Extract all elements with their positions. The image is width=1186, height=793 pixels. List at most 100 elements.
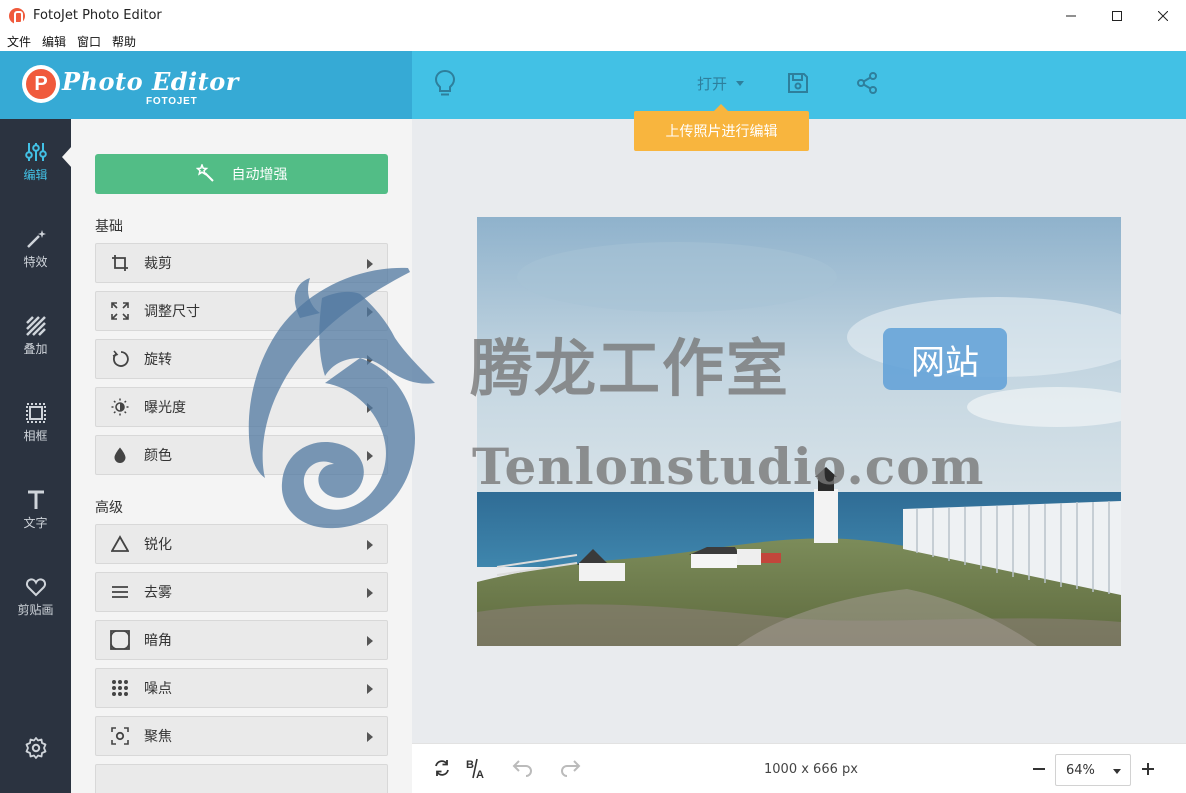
- chevron-down-icon: [1113, 769, 1121, 774]
- maximize-icon: [1112, 10, 1122, 21]
- open-label: 打开: [697, 75, 728, 93]
- dehaze-lines-icon: [112, 586, 128, 598]
- app-logo-icon: [9, 7, 25, 24]
- magic-wand-icon: [26, 230, 46, 248]
- upload-tooltip: 上传照片进行编辑: [634, 104, 809, 151]
- tool-dehaze[interactable]: 去雾: [95, 572, 388, 612]
- sidebar-item-label: 文字: [23, 516, 48, 530]
- exposure-icon: [111, 398, 129, 416]
- text-icon: [27, 490, 44, 509]
- crop-icon: [112, 255, 128, 271]
- image-dimensions: 1000 x 666 px: [764, 762, 858, 777]
- photo-preview[interactable]: [477, 217, 1121, 646]
- overlay-stripes-icon: [25, 316, 46, 336]
- close-icon: [1158, 10, 1168, 21]
- sidebar-item-label: 剪贴画: [17, 603, 54, 617]
- menu-file[interactable]: 文件: [7, 33, 31, 50]
- sidebar-item-label: 编辑: [23, 168, 48, 182]
- dragon-watermark-icon: [248, 267, 435, 529]
- focus-icon: [111, 727, 129, 745]
- undo-button[interactable]: [512, 758, 534, 782]
- noise-dots-icon: [112, 680, 128, 696]
- zoom-in-button[interactable]: [1142, 762, 1156, 776]
- close-button[interactable]: [1140, 0, 1186, 31]
- undo-icon: [512, 760, 532, 777]
- svg-text:B: B: [466, 759, 474, 771]
- sidebar-item-edit[interactable]: 编辑: [0, 119, 71, 189]
- chevron-right-icon: [367, 732, 373, 742]
- sidebar-item-frame[interactable]: 相框: [0, 380, 71, 450]
- frame-icon: [25, 403, 46, 423]
- sidebar-item-clipart[interactable]: 剪贴画: [0, 554, 71, 624]
- left-sidebar: 编辑 特效 叠加 相框 文字 剪贴画: [0, 119, 72, 793]
- watermark-badge: 网站: [883, 328, 1007, 390]
- sliders-icon: [24, 143, 47, 161]
- canvas-area[interactable]: [412, 119, 1186, 743]
- tool-vignette[interactable]: 暗角: [95, 620, 388, 660]
- compare-button[interactable]: [432, 758, 452, 782]
- chevron-right-icon: [367, 540, 373, 550]
- share-button[interactable]: [855, 71, 879, 99]
- redo-button[interactable]: [559, 758, 581, 782]
- chevron-right-icon: [367, 636, 373, 646]
- swap-icon: [435, 760, 449, 776]
- sidebar-item-label: 叠加: [23, 342, 48, 356]
- chevron-right-icon: [367, 684, 373, 694]
- bottom-toolbar: B A 1000 x 666 px 64%: [412, 743, 1186, 793]
- sidebar-item-text[interactable]: 文字: [0, 467, 71, 537]
- menu-bar: 文件 编辑 窗口 帮助: [0, 31, 1186, 51]
- auto-enhance-label: 自动增强: [231, 167, 288, 183]
- basic-section-title: 基础: [95, 219, 123, 235]
- tool-focus[interactable]: 聚焦: [95, 716, 388, 756]
- before-after-icon: B A: [466, 758, 484, 781]
- vignette-icon: [110, 630, 130, 650]
- zoom-value: 64%: [1066, 762, 1095, 778]
- app-header: P Photo Editor FOTOJET 打开: [0, 51, 1186, 119]
- window-controls: [1048, 0, 1186, 31]
- logo-area: P Photo Editor FOTOJET: [0, 51, 412, 119]
- chevron-down-icon: [736, 81, 745, 86]
- settings-button[interactable]: [24, 736, 48, 764]
- logo-text: Photo Editor: [62, 67, 239, 96]
- sidebar-item-effects[interactable]: 特效: [0, 206, 71, 276]
- window-title: FotoJet Photo Editor: [33, 8, 162, 23]
- zoom-select[interactable]: 64%: [1055, 754, 1131, 786]
- tool-row-partial[interactable]: [95, 764, 388, 793]
- color-drop-icon: [114, 447, 126, 463]
- save-button[interactable]: [786, 71, 810, 99]
- minimize-button[interactable]: [1048, 0, 1094, 31]
- open-button[interactable]: 打开: [697, 73, 745, 94]
- chevron-right-icon: [367, 588, 373, 598]
- advanced-section-title: 高级: [95, 500, 123, 516]
- menu-edit[interactable]: 编辑: [42, 33, 66, 50]
- tool-noise[interactable]: 噪点: [95, 668, 388, 708]
- menu-help[interactable]: 帮助: [112, 33, 136, 50]
- sidebar-item-overlay[interactable]: 叠加: [0, 293, 71, 363]
- logo-subtext: FOTOJET: [146, 96, 198, 107]
- watermark-english: Tenlonstudio.com: [472, 437, 985, 496]
- watermark-chinese: 腾龙工作室: [470, 332, 791, 405]
- minimize-icon: [1066, 15, 1076, 16]
- photo-image: [477, 217, 1121, 646]
- magic-wand-icon: [195, 164, 214, 182]
- redo-icon: [561, 760, 581, 777]
- maximize-button[interactable]: [1094, 0, 1140, 31]
- gear-icon: [25, 737, 47, 759]
- sidebar-item-label: 特效: [23, 255, 48, 269]
- sharpen-triangle-icon: [111, 535, 129, 552]
- tips-button[interactable]: [433, 69, 457, 103]
- share-icon: [857, 72, 877, 94]
- menu-window[interactable]: 窗口: [77, 33, 101, 50]
- before-after-button[interactable]: B A: [465, 758, 487, 784]
- save-icon: [788, 73, 808, 93]
- rotate-icon: [112, 350, 129, 367]
- auto-enhance-button[interactable]: 自动增强: [95, 154, 388, 194]
- heart-icon: [25, 578, 46, 597]
- zoom-out-button[interactable]: [1033, 768, 1045, 770]
- svg-text:A: A: [476, 769, 484, 780]
- fotojet-logo-icon: P: [22, 65, 60, 103]
- resize-icon: [111, 302, 129, 320]
- lightbulb-icon: [434, 69, 456, 96]
- sidebar-item-label: 相框: [23, 429, 48, 443]
- window-titlebar: FotoJet Photo Editor: [0, 0, 1186, 31]
